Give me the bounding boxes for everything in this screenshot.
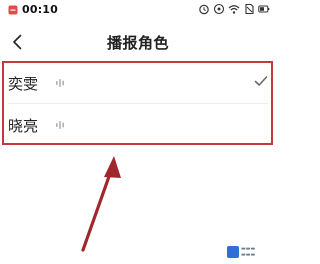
watermark-icon [227, 246, 239, 258]
option-label: 晓亮 [8, 117, 39, 135]
wifi-icon [228, 5, 240, 14]
status-left: 00:10 [8, 3, 58, 16]
status-bar: 00:10 [0, 0, 276, 20]
option-row-yiwen[interactable]: 奕雯 [0, 62, 276, 104]
privacy-icon [213, 3, 225, 15]
notification-icon [8, 5, 18, 14]
alarm-icon [199, 4, 209, 15]
voice-icon [56, 121, 64, 129]
no-sim-icon [245, 3, 254, 15]
battery-icon [258, 5, 270, 13]
watermark-logo: ▬▬▬ ▬▬▬ [227, 245, 273, 259]
check-icon [254, 76, 268, 86]
option-row-xiaoliang[interactable]: 晓亮 [0, 104, 276, 146]
voice-icon [56, 79, 64, 87]
watermark-mark: ▬▬▬ ▬▬▬ [241, 246, 256, 258]
option-label: 奕雯 [8, 75, 39, 93]
header-bar: 播报角色 [0, 26, 276, 60]
status-right [198, 3, 270, 15]
voice-role-list: 奕雯 晓亮 [0, 62, 276, 146]
page-title: 播报角色 [106, 34, 169, 52]
status-time: 00:10 [22, 3, 59, 16]
